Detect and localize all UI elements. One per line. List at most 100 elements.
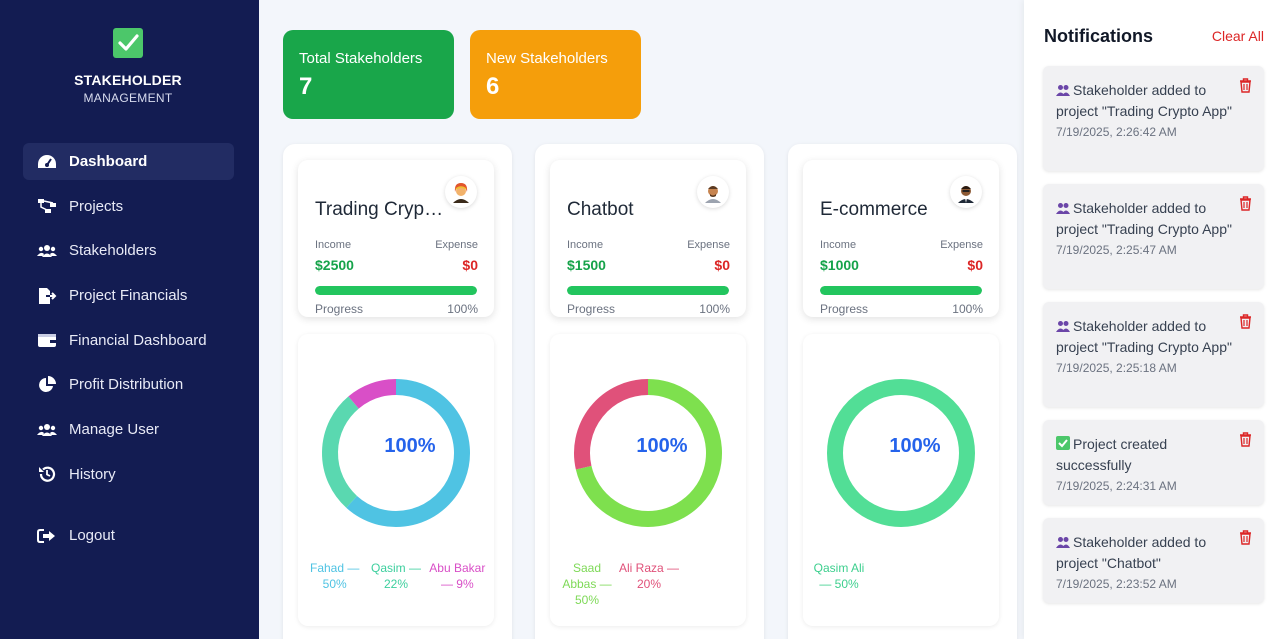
sidebar-item-profit-distribution[interactable]: Profit Distribution — [23, 366, 234, 403]
notification-time: 7/19/2025, 2:26:42 AM — [1056, 125, 1177, 139]
project-card[interactable]: Chatbot Income Expense $1500 $0 Progress… — [550, 160, 746, 317]
stat-value: 6 — [486, 73, 500, 100]
new-stakeholders-card: New Stakeholders 6 — [470, 30, 641, 119]
trash-icon[interactable] — [1239, 314, 1252, 334]
sign-out-icon — [37, 526, 57, 546]
legend-item: Qasim Ali — 50% — [813, 561, 865, 591]
sidebar-nav: Dashboard Projects Stakeholders Project … — [23, 143, 234, 501]
notification-item: Project created successfully 7/19/2025, … — [1043, 420, 1264, 505]
notification-time: 7/19/2025, 2:25:47 AM — [1056, 243, 1177, 257]
project-card[interactable]: Trading Crypto App Income Expense $2500 … — [298, 160, 494, 317]
gauge-icon — [37, 152, 57, 172]
wallet-icon — [37, 330, 57, 350]
avatar — [445, 176, 477, 208]
sidebar-item-label: Profit Distribution — [69, 376, 184, 394]
trash-icon[interactable] — [1239, 78, 1252, 98]
progress-bar — [315, 286, 477, 295]
progress-label: Progress — [820, 302, 869, 316]
progress-bar — [567, 286, 729, 295]
trash-icon[interactable] — [1239, 432, 1252, 452]
logout-container: Logout — [23, 517, 234, 562]
check-square-icon — [113, 28, 143, 58]
expense-value: $0 — [714, 257, 730, 273]
notification-item: Stakeholder added to project "Trading Cr… — [1043, 302, 1264, 407]
donut-legend: Qasim Ali — 50% — [809, 560, 993, 592]
project-name: Trading Crypto App — [315, 199, 447, 220]
income-label: Income — [567, 239, 604, 251]
sidebar-item-label: Dashboard — [69, 153, 148, 170]
sidebar-item-label: History — [69, 465, 116, 483]
logout-label: Logout — [69, 527, 115, 544]
logout-button[interactable]: Logout — [23, 517, 234, 554]
brand: STAKEHOLDER MANAGEMENT — [0, 28, 256, 105]
project-card[interactable]: E-commerce Income Expense $1000 $0 Progr… — [803, 160, 999, 317]
progress-label: Progress — [567, 302, 616, 316]
sidebar-item-label: Stakeholders — [69, 242, 157, 260]
users-icon — [37, 420, 57, 440]
sidebar-item-dashboard[interactable]: Dashboard — [23, 143, 234, 180]
project-column: Trading Crypto App Income Expense $2500 … — [283, 144, 512, 639]
sidebar-item-financial-dashboard[interactable]: Financial Dashboard — [23, 322, 234, 359]
users-icon — [1056, 533, 1070, 548]
notification-message: Project created successfully — [1056, 434, 1234, 475]
legend-item: Fahad — 50% — [309, 561, 360, 591]
notifications-title: Notifications — [1044, 26, 1154, 46]
progress-value: 100% — [447, 302, 478, 316]
sidebar-item-label: Project Financials — [69, 287, 188, 305]
trash-icon[interactable] — [1239, 196, 1252, 216]
users-icon — [37, 241, 57, 261]
notification-text: Stakeholder added to project "Chatbot" — [1056, 534, 1207, 571]
sidebar: STAKEHOLDER MANAGEMENT Dashboard Project… — [0, 0, 259, 639]
project-column: E-commerce Income Expense $1000 $0 Progr… — [788, 144, 1017, 639]
notifications-panel: Notifications Clear All Stakeholder adde… — [1024, 0, 1280, 639]
expense-label: Expense — [687, 239, 730, 251]
notification-text: Project created successfully — [1056, 436, 1168, 473]
progress-label: Progress — [315, 302, 364, 316]
sidebar-item-stakeholders[interactable]: Stakeholders — [23, 232, 234, 269]
donut-center-label: 100% — [384, 435, 436, 457]
income-label: Income — [315, 239, 352, 251]
sidebar-item-project-financials[interactable]: Project Financials — [23, 277, 234, 314]
legend-item: Qasim — 22% — [370, 561, 421, 591]
sitemap-icon — [37, 196, 57, 216]
file-export-icon — [37, 286, 57, 306]
notification-item: Stakeholder added to project "Chatbot" 7… — [1043, 518, 1264, 603]
trash-icon[interactable] — [1239, 530, 1252, 550]
sidebar-item-label: Manage User — [69, 421, 160, 439]
users-icon — [1056, 317, 1070, 332]
donut-center-label: 100% — [636, 435, 688, 457]
sidebar-item-projects[interactable]: Projects — [23, 188, 234, 225]
stat-label: New Stakeholders — [486, 50, 608, 67]
notification-message: Stakeholder added to project "Chatbot" — [1056, 532, 1234, 573]
stat-label: Total Stakeholders — [299, 50, 423, 67]
total-stakeholders-card: Total Stakeholders 7 — [283, 30, 454, 119]
history-icon — [37, 464, 57, 484]
donut-legend: Saad Abbas — 50% Ali Raza — 20% — [556, 560, 740, 608]
project-name: E-commerce — [820, 199, 928, 220]
distribution-card: 100% Fahad — 50% Qasim — 22% Abu Bakar —… — [298, 334, 494, 626]
income-value: $1000 — [820, 257, 859, 273]
sidebar-item-manage-user[interactable]: Manage User — [23, 411, 234, 448]
users-icon — [1056, 81, 1070, 96]
progress-fill — [567, 286, 729, 295]
notification-message: Stakeholder added to project "Trading Cr… — [1056, 80, 1234, 121]
legend-item: Ali Raza — 20% — [618, 561, 680, 591]
donut-center-label: 100% — [889, 435, 941, 457]
notification-time: 7/19/2025, 2:24:31 AM — [1056, 479, 1177, 493]
project-column: Chatbot Income Expense $1500 $0 Progress… — [535, 144, 764, 639]
brand-subtitle: MANAGEMENT — [83, 91, 173, 105]
progress-value: 100% — [699, 302, 730, 316]
notification-time: 7/19/2025, 2:25:18 AM — [1056, 361, 1177, 375]
notification-item: Stakeholder added to project "Trading Cr… — [1043, 66, 1264, 171]
notification-message: Stakeholder added to project "Trading Cr… — [1056, 316, 1234, 357]
income-value: $1500 — [567, 257, 606, 273]
sidebar-item-history[interactable]: History — [23, 456, 234, 493]
progress-bar — [820, 286, 982, 295]
notification-text: Stakeholder added to project "Trading Cr… — [1056, 318, 1232, 355]
donut-legend: Fahad — 50% Qasim — 22% Abu Bakar — 9% — [304, 560, 488, 592]
sidebar-item-label: Projects — [69, 197, 124, 215]
brand-title: STAKEHOLDER — [74, 72, 182, 88]
avatar — [697, 176, 729, 208]
clear-all-button[interactable]: Clear All — [1212, 28, 1264, 44]
distribution-card: 100% Saad Abbas — 50% Ali Raza — 20% — [550, 334, 746, 626]
